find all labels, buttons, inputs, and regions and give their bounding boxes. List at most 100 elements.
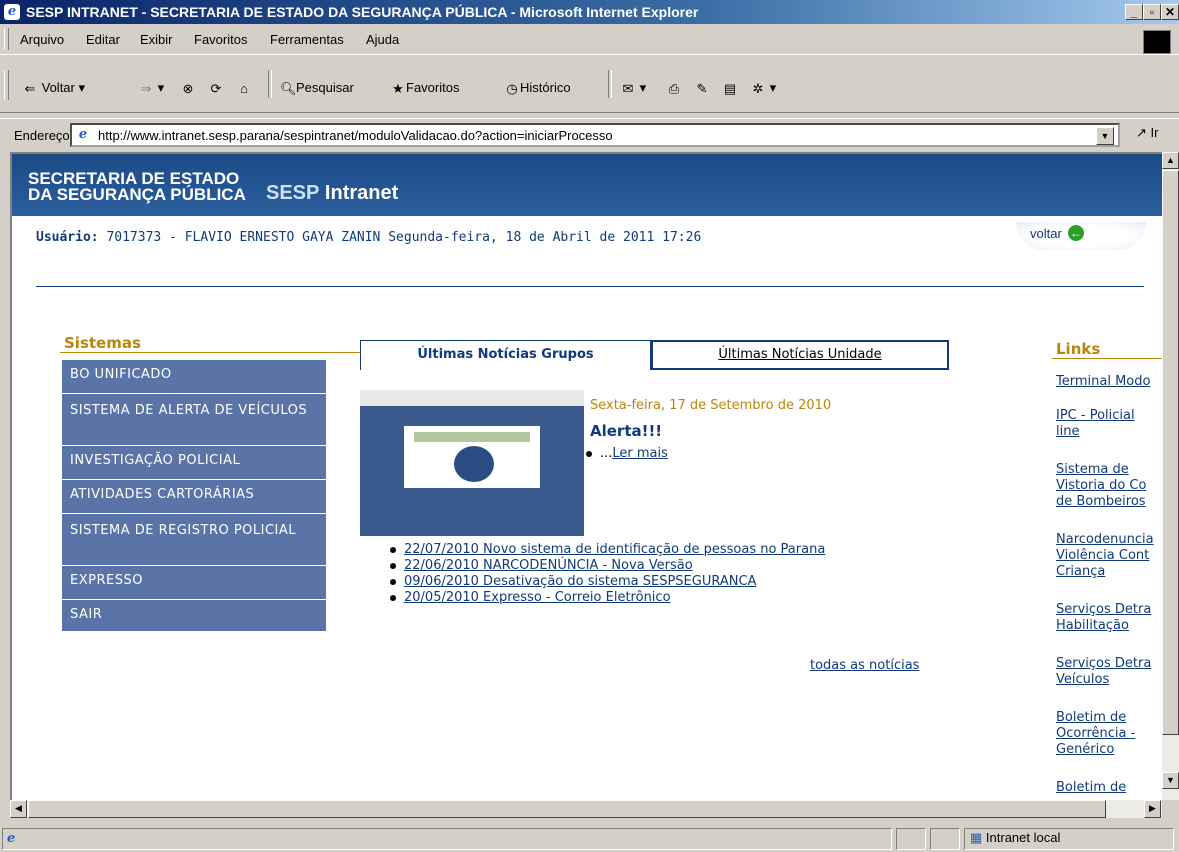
toolbar-separator — [608, 70, 612, 98]
address-bar: Endereço e http://www.intranet.sesp.para… — [0, 118, 1179, 151]
address-input[interactable]: e http://www.intranet.sesp.parana/sespin… — [70, 123, 1120, 147]
menu-ajuda[interactable]: Ajuda — [366, 32, 399, 47]
scroll-right-button[interactable]: ▶ — [1144, 800, 1161, 818]
vertical-scrollbar[interactable]: ▲ ▼ — [1162, 152, 1179, 800]
search-icon: 🔍︎ — [280, 80, 297, 96]
menu-bar: Arquivo Editar Exibir Favoritos Ferramen… — [0, 26, 1179, 55]
thumbnail-banner — [414, 432, 530, 442]
news-link[interactable]: 20/05/2010 Expresso - Correio Eletrônico — [404, 590, 671, 605]
sistema-alerta-veiculos[interactable]: SISTEMA DE ALERTA DE VEÍCULOS — [62, 394, 326, 446]
sistemas-underline — [60, 352, 360, 353]
edit-button[interactable]: ✎ — [694, 80, 710, 97]
back-button[interactable]: ⇐ Voltar ▾ — [22, 80, 85, 97]
scroll-left-button[interactable]: ◀ — [10, 800, 27, 818]
bullet — [390, 594, 396, 601]
link-vistoria-bombeiros[interactable]: Sistema de Vistoria do Co de Bombeiros — [1056, 462, 1162, 510]
scroll-down-button[interactable]: ▼ — [1162, 772, 1179, 789]
page-status-icon: e — [7, 831, 16, 846]
voltar-link[interactable]: voltar ← — [1016, 222, 1146, 250]
forward-arrow-icon: ⇒ — [140, 80, 152, 96]
go-button[interactable]: ↗ Ir — [1136, 125, 1158, 141]
refresh-icon: ⟳ — [210, 80, 222, 96]
menu-favoritos[interactable]: Favoritos — [194, 32, 247, 47]
address-label: Endereço — [14, 128, 70, 143]
page-header: SECRETARIA DE ESTADO DA SEGURANÇA PÚBLIC… — [12, 154, 1162, 216]
all-news-link[interactable]: todas as notícias — [810, 658, 919, 673]
discuss-button[interactable]: ▤ — [722, 80, 738, 97]
app-title: SESP Intranet — [266, 182, 399, 204]
link-servicos-detran-veiculos[interactable]: Serviços Detra Veículos — [1056, 656, 1162, 688]
tab-ultimas-noticias-unidade[interactable]: Últimas Notícias Unidade — [651, 340, 949, 370]
messenger-icon: ✲ — [752, 80, 764, 96]
title-bar: e SESP INTRANET - SECRETARIA DE ESTADO D… — [0, 0, 1179, 24]
bullet — [390, 546, 396, 553]
zone-status: ▦ Intranet local — [970, 830, 1061, 845]
thumbnail-browser-bar — [360, 390, 584, 406]
featured-news-title: Alerta!!! — [590, 422, 663, 440]
news-link[interactable]: 22/06/2010 NARCODENÚNCIA - Nova Versão — [404, 558, 693, 573]
stop-icon: ⊗ — [182, 80, 194, 96]
home-button[interactable]: ⌂ — [236, 80, 252, 97]
link-boletim[interactable]: Boletim de — [1056, 780, 1162, 796]
link-terminal-modo[interactable]: Terminal Modo — [1056, 374, 1162, 390]
vertical-scroll-thumb[interactable] — [1162, 170, 1179, 735]
horizontal-scrollbar[interactable]: ◀ ▶ — [10, 800, 1162, 818]
status-bar: e ▦ Intranet local — [0, 824, 1179, 852]
link-narcodenuncia[interactable]: Narcodenuncia Violência Cont Criança — [1056, 532, 1162, 580]
refresh-button[interactable]: ⟳ — [208, 80, 224, 97]
address-dropdown-button[interactable]: ▼ — [1096, 127, 1114, 145]
link-boletim-ocorrencia-generico[interactable]: Boletim de Ocorrência - Genérico — [1056, 710, 1162, 758]
menu-arquivo[interactable]: Arquivo — [20, 32, 64, 47]
bullet — [390, 562, 396, 569]
history-button[interactable]: ◷ Histórico — [504, 80, 570, 97]
list-item: 22/07/2010 Novo sistema de identificação… — [390, 542, 890, 558]
edit-icon: ✎ — [696, 80, 708, 96]
ie-logo-icon: e — [4, 4, 20, 20]
stop-button[interactable]: ⊗ — [180, 80, 196, 97]
news-link[interactable]: 22/07/2010 Novo sistema de identificação… — [404, 542, 825, 557]
scroll-up-button[interactable]: ▲ — [1162, 152, 1179, 169]
windows-logo-icon — [1143, 30, 1171, 54]
list-item: 22/06/2010 NARCODENÚNCIA - Nova Versão — [390, 558, 890, 574]
bullet — [390, 578, 396, 585]
favorites-button[interactable]: ★ Favoritos — [390, 80, 459, 97]
status-pane: e — [2, 828, 892, 850]
minimize-button[interactable]: _ — [1125, 4, 1143, 20]
tab-ultimas-noticias-grupos[interactable]: Últimas Notícias Grupos — [360, 340, 651, 370]
news-link[interactable]: 09/06/2010 Desativação do sistema SESPSE… — [404, 574, 756, 589]
link-servicos-detran-habilitacao[interactable]: Serviços Detra Habilitação — [1056, 602, 1162, 634]
maximize-button[interactable]: ▫ — [1143, 4, 1161, 20]
messenger-button[interactable]: ✲ ▾ — [750, 80, 777, 97]
sistema-atividades-cartorarias[interactable]: ATIVIDADES CARTORÁRIAS — [62, 480, 326, 514]
back-arrow-icon: ← — [1068, 225, 1084, 241]
go-arrow-icon: ↗ — [1136, 125, 1147, 140]
history-icon: ◷ — [506, 80, 518, 96]
mail-icon: ✉ — [622, 80, 634, 96]
menu-exibir[interactable]: Exibir — [140, 32, 173, 47]
forward-button[interactable]: ⇒ ▾ — [138, 80, 165, 97]
link-ipc-policial[interactable]: IPC - Policial line — [1056, 408, 1162, 440]
links-underline — [1052, 358, 1162, 359]
sistema-expresso[interactable]: EXPRESSO — [62, 566, 326, 600]
menu-editar[interactable]: Editar — [86, 32, 120, 47]
menu-ferramentas[interactable]: Ferramentas — [270, 32, 344, 47]
sistema-investigacao-policial[interactable]: INVESTIGAÇÃO POLICIAL — [62, 446, 326, 480]
sistema-sair[interactable]: SAIR — [62, 600, 326, 632]
close-button[interactable]: ✕ — [1161, 4, 1179, 20]
read-more-link[interactable]: Ler mais — [612, 446, 668, 461]
horizontal-scroll-thumb[interactable] — [28, 800, 1106, 818]
news-thumbnail[interactable] — [360, 390, 584, 536]
thumbnail-globe — [454, 446, 494, 482]
search-button[interactable]: 🔍︎Pesquisar — [280, 80, 354, 97]
toolbar-separator — [268, 70, 272, 98]
sistema-registro-policial[interactable]: SISTEMA DE REGISTRO POLICIAL — [62, 514, 326, 566]
mail-button[interactable]: ✉ ▾ — [620, 80, 647, 97]
sistemas-title: Sistemas — [64, 334, 141, 352]
page-content: SECRETARIA DE ESTADO DA SEGURANÇA PÚBLIC… — [10, 152, 1162, 800]
sistema-bo-unificado[interactable]: BO UNIFICADO — [62, 360, 326, 394]
toolbar: ⇐ Voltar ▾ ⇒ ▾ ⊗ ⟳ ⌂ 🔍︎Pesquisar ★ Favori… — [0, 56, 1179, 113]
favorites-icon: ★ — [392, 80, 404, 96]
home-icon: ⌂ — [240, 80, 248, 96]
address-url: http://www.intranet.sesp.parana/sespintr… — [98, 128, 613, 143]
print-button[interactable]: ⎙ — [666, 80, 682, 97]
